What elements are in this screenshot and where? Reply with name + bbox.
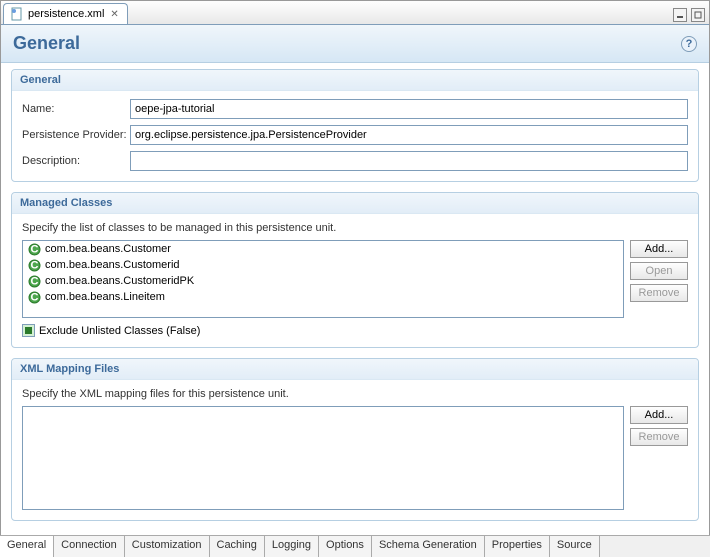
xml-help: Specify the XML mapping files for this p… [22, 388, 688, 400]
list-item[interactable]: Ccom.bea.beans.Lineitem [23, 289, 623, 305]
bottom-tabs: GeneralConnectionCustomizationCachingLog… [0, 535, 710, 557]
page-header: General ? [1, 25, 709, 63]
bottom-tab-caching[interactable]: Caching [210, 536, 265, 557]
page-title: General [13, 33, 80, 54]
section-title-managed: Managed Classes [12, 193, 698, 214]
name-label: Name: [22, 103, 130, 115]
list-item-text: com.bea.beans.Customer [45, 243, 171, 255]
exclude-label: Exclude Unlisted Classes (False) [39, 325, 200, 337]
svg-text:C: C [30, 291, 38, 303]
bottom-tab-source[interactable]: Source [550, 536, 600, 557]
section-title-xml: XML Mapping Files [12, 359, 698, 380]
add-mapping-button[interactable]: Add... [630, 406, 688, 424]
close-icon[interactable]: ✕ [110, 9, 118, 20]
provider-input[interactable] [130, 125, 688, 145]
list-item-text: com.bea.beans.Customerid [45, 259, 180, 271]
bottom-tab-schema-generation[interactable]: Schema Generation [372, 536, 485, 557]
svg-text:C: C [30, 275, 38, 287]
managed-help: Specify the list of classes to be manage… [22, 222, 688, 234]
tab-filename: persistence.xml [28, 8, 104, 20]
remove-mapping-button: Remove [630, 428, 688, 446]
class-icon: C [27, 242, 41, 256]
list-item[interactable]: Ccom.bea.beans.CustomeridPK [23, 273, 623, 289]
bottom-tab-logging[interactable]: Logging [265, 536, 319, 557]
bottom-tab-customization[interactable]: Customization [125, 536, 210, 557]
svg-text:C: C [30, 259, 38, 271]
help-icon[interactable]: ? [681, 36, 697, 52]
name-input[interactable] [130, 99, 688, 119]
editor-tab[interactable]: persistence.xml ✕ [3, 3, 128, 24]
general-section: General Name: Persistence Provider: Desc… [11, 69, 699, 182]
minimize-button[interactable] [673, 8, 687, 22]
editor-tabbar: persistence.xml ✕ [1, 1, 709, 25]
xml-mapping-section: XML Mapping Files Specify the XML mappin… [11, 358, 699, 521]
svg-text:C: C [30, 243, 38, 255]
list-item[interactable]: Ccom.bea.beans.Customerid [23, 257, 623, 273]
remove-class-button: Remove [630, 284, 688, 302]
section-title-general: General [12, 70, 698, 91]
description-label: Description: [22, 155, 130, 167]
bottom-tab-connection[interactable]: Connection [54, 536, 125, 557]
window-controls [669, 6, 709, 24]
managed-classes-list[interactable]: Ccom.bea.beans.CustomerCcom.bea.beans.Cu… [22, 240, 624, 318]
bottom-tab-options[interactable]: Options [319, 536, 372, 557]
add-class-button[interactable]: Add... [630, 240, 688, 258]
class-icon: C [27, 290, 41, 304]
exclude-checkbox[interactable] [22, 324, 35, 337]
maximize-button[interactable] [691, 8, 705, 22]
xml-mapping-list[interactable] [22, 406, 624, 510]
provider-label: Persistence Provider: [22, 129, 130, 141]
list-item-text: com.bea.beans.CustomeridPK [45, 275, 194, 287]
open-class-button: Open [630, 262, 688, 280]
bottom-tab-general[interactable]: General [0, 536, 54, 557]
list-item[interactable]: Ccom.bea.beans.Customer [23, 241, 623, 257]
class-icon: C [27, 258, 41, 272]
managed-classes-section: Managed Classes Specify the list of clas… [11, 192, 699, 348]
description-input[interactable] [130, 151, 688, 171]
bottom-tab-properties[interactable]: Properties [485, 536, 550, 557]
content-area: General Name: Persistence Provider: Desc… [1, 63, 709, 538]
xml-file-icon [10, 7, 24, 21]
list-item-text: com.bea.beans.Lineitem [45, 291, 165, 303]
class-icon: C [27, 274, 41, 288]
